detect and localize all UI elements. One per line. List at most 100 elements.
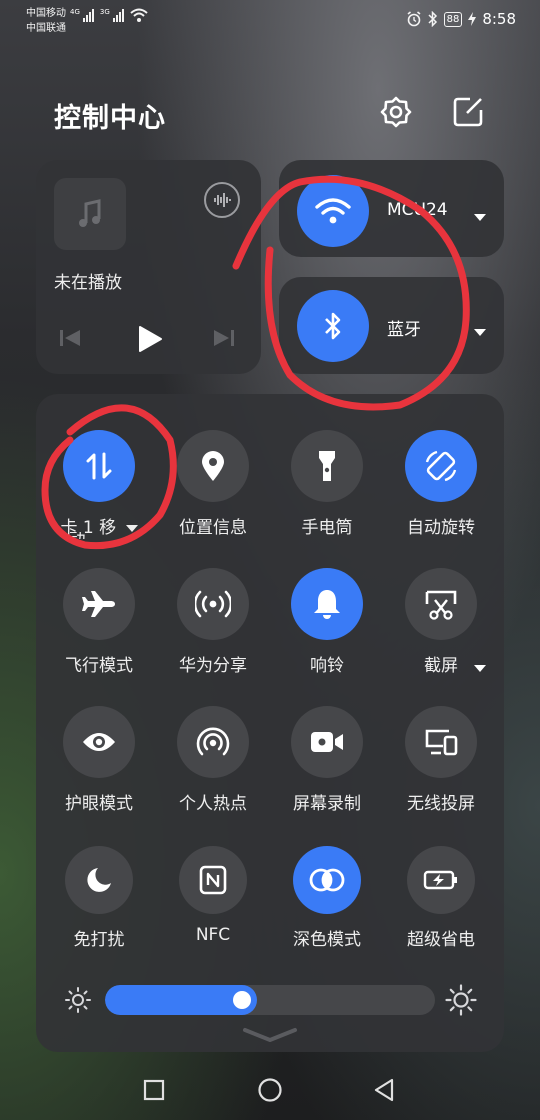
previous-button[interactable] [58,328,82,352]
toggle-label: 护眼模式 [65,794,133,814]
bluetooth-icon [325,312,341,340]
toggle-label: 无线投屏 [407,794,475,814]
wifi-network-name: MCU24 [387,200,448,220]
wifi-status-icon [130,8,148,22]
toggle-label: 自动旋转 [407,518,475,538]
dark-mode-icon [309,868,345,892]
toggle-eye-comfort[interactable]: 护眼模式 [42,706,156,831]
screenshot-expand-button[interactable] [474,657,486,676]
toggle-label: 个人热点 [179,794,247,814]
carrier-2: 中国联通 [26,23,66,34]
toggle-label: 免打扰 [73,930,125,950]
bluetooth-label: 蓝牙 [387,320,421,340]
collapse-handle[interactable] [242,1026,298,1048]
toggle-label: 截屏 [424,656,458,676]
toggle-flashlight[interactable]: 手电筒 [270,430,384,555]
carrier-info: 中国移动 中国联通 [26,6,66,36]
home-button[interactable] [250,1072,290,1108]
charging-icon [468,12,477,26]
bell-icon [314,590,340,619]
wireless-projection-icon [425,729,458,756]
carrier-1: 中国移动 [26,8,66,19]
chevron-down-icon [474,329,486,336]
mobile-data-icon [86,452,112,480]
toggle-hotspot[interactable]: 个人热点 [156,706,270,831]
signal-1-icon: 4G [70,8,94,22]
nfc-icon [199,865,227,895]
auto-rotate-icon [425,450,457,482]
wifi-expand-button[interactable] [474,206,486,225]
toggle-dark-mode[interactable]: 深色模式 [270,846,384,971]
toggle-super-power-saving[interactable]: 超级省电 [384,846,498,971]
page-title: 控制中心 [54,103,166,134]
toggle-huawei-share[interactable]: 华为分享 [156,568,270,693]
edit-button[interactable] [450,94,486,130]
toggle-label: 屏幕录制 [293,794,361,814]
toggle-screen-record[interactable]: 屏幕录制 [270,706,384,831]
media-card[interactable]: 未在播放 [36,160,261,374]
play-icon [139,326,162,352]
toggle-location[interactable]: 位置信息 [156,430,270,555]
brightness-high-icon [445,984,477,1020]
flashlight-icon [319,451,335,481]
toggle-ring[interactable]: 响铃 [270,568,384,693]
toggle-label: 华为分享 [179,656,247,676]
toggle-airplane-mode[interactable]: 飞行模式 [42,568,156,693]
album-art [54,178,126,250]
location-pin-icon [202,451,224,481]
back-button[interactable] [364,1072,404,1108]
status-right: 88 8:58 [406,10,516,28]
audio-output-button[interactable] [204,182,240,218]
toggle-do-not-disturb[interactable]: 免打扰 [42,846,156,971]
wifi-card[interactable]: MCU24 [279,160,504,257]
hotspot-icon [196,727,230,756]
toggle-wireless-projection[interactable]: 无线投屏 [384,706,498,831]
eye-icon [83,733,115,751]
screen-record-icon [311,732,343,752]
audio-output-icon [214,193,231,207]
wifi-toggle[interactable] [297,175,369,247]
gear-icon [380,96,412,128]
recents-square-icon [143,1079,165,1101]
toggle-label: NFC [195,925,231,945]
toggle-label: 飞行模式 [65,656,133,676]
wifi-icon [315,198,351,224]
signal-indicators: 4G 3G [70,8,148,22]
super-power-saving-icon [423,870,457,890]
chevron-down-icon[interactable] [125,524,138,532]
toggle-label: 超级省电 [407,930,475,950]
play-button[interactable] [136,324,164,358]
next-icon [214,330,234,346]
battery-indicator: 88 [443,11,463,27]
moon-icon [87,868,111,892]
bluetooth-toggle[interactable] [297,290,369,362]
toggle-label: 响铃 [310,656,344,676]
chevron-down-icon [474,665,486,672]
toggle-label: 位置信息 [179,518,247,538]
clock: 8:58 [482,10,516,28]
toggle-sublabel: 动 [68,532,85,539]
settings-button[interactable] [378,94,414,130]
screenshot-icon [425,590,457,620]
brightness-knob[interactable] [233,991,251,1009]
signal-2-icon: 3G [100,8,124,22]
recents-button[interactable] [134,1072,174,1108]
home-circle-icon [258,1078,282,1102]
huawei-share-icon [195,590,231,618]
next-button[interactable] [212,328,236,352]
edit-icon [453,97,483,127]
brightness-slider[interactable] [105,985,435,1015]
bluetooth-expand-button[interactable] [474,321,486,340]
toggle-label: 手电筒 [301,518,353,538]
toggle-mobile-data[interactable]: 卡 1 移 动 [42,430,156,555]
chevron-down-icon [243,1028,297,1042]
bluetooth-card[interactable]: 蓝牙 [279,277,504,374]
media-status: 未在播放 [54,273,122,293]
toggle-auto-rotate[interactable]: 自动旋转 [384,430,498,555]
brightness-low-icon [64,986,92,1018]
back-triangle-icon [374,1078,394,1102]
chevron-down-icon [474,214,486,221]
bluetooth-status-icon [428,11,437,27]
toggle-nfc[interactable]: NFC [156,846,270,971]
previous-icon [60,330,80,346]
